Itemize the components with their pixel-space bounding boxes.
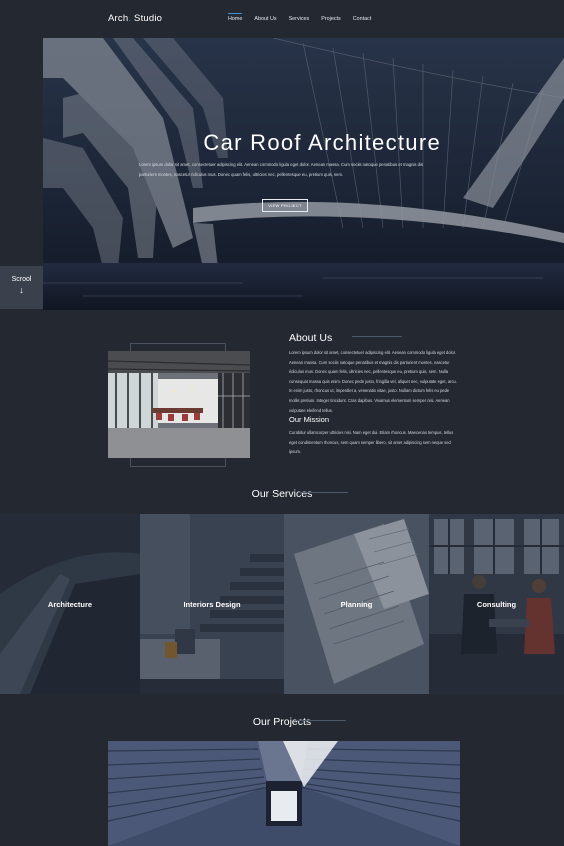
about-description: Lorem ipsum dolor sit amet, consectetuer…	[289, 350, 457, 413]
services-title-divider	[298, 492, 348, 493]
about-title-divider	[352, 336, 402, 337]
projects-title: Our Projects	[252, 716, 312, 728]
nav-item-services[interactable]: Services	[289, 16, 310, 22]
service-label: Consulting	[476, 600, 517, 609]
logo-text-right: Studio	[134, 13, 163, 24]
service-card-architecture[interactable]: Architecture	[0, 514, 140, 694]
nav-item-about[interactable]: About Us	[254, 16, 276, 22]
hero-description: Lorem ipsum dolor sit amet, consectetuer…	[139, 162, 423, 177]
mission-description: Curabitur ullamcorper ultricies nisi. Na…	[289, 430, 454, 455]
nav-item-contact[interactable]: Contact	[353, 16, 372, 22]
projects-title-divider	[296, 720, 346, 721]
scroll-label: Scrool	[11, 276, 32, 283]
nav-item-projects[interactable]: Projects	[321, 16, 340, 22]
about-office-image	[108, 351, 250, 458]
scroll-button[interactable]: Scrool ↓	[0, 266, 43, 309]
service-card-consulting[interactable]: Consulting	[429, 514, 564, 694]
hero-title: Car Roof Architecture	[203, 130, 441, 155]
service-label: Interiors Design	[183, 600, 241, 609]
nav-item-home[interactable]: Home	[228, 13, 243, 22]
view-project-button[interactable]: VIEW PROJECT	[262, 199, 308, 212]
about-title: About Us	[289, 332, 333, 344]
top-navigation: Arch. Studio Home About Us Services Proj…	[0, 0, 564, 38]
arrow-down-icon: ↓	[19, 285, 24, 295]
service-card-interiors[interactable]: Interiors Design	[140, 514, 284, 694]
project-image[interactable]	[108, 741, 460, 846]
logo-text-left: Arch	[108, 13, 129, 24]
service-label: Planning	[340, 600, 373, 609]
main-menu: Home About Us Services Projects Contact	[228, 13, 383, 22]
hero-banner: Car Roof Architecture Lorem ipsum dolor …	[43, 38, 564, 310]
service-label: Architecture	[47, 600, 93, 609]
mission-title: Our Mission	[289, 415, 330, 424]
services-title: Our Services	[251, 488, 313, 500]
logo[interactable]: Arch. Studio	[108, 13, 162, 24]
service-card-planning[interactable]: Planning	[284, 514, 429, 694]
logo-dot: .	[128, 13, 132, 24]
services-grid: Architecture Interiors Design Planning C…	[0, 514, 564, 694]
